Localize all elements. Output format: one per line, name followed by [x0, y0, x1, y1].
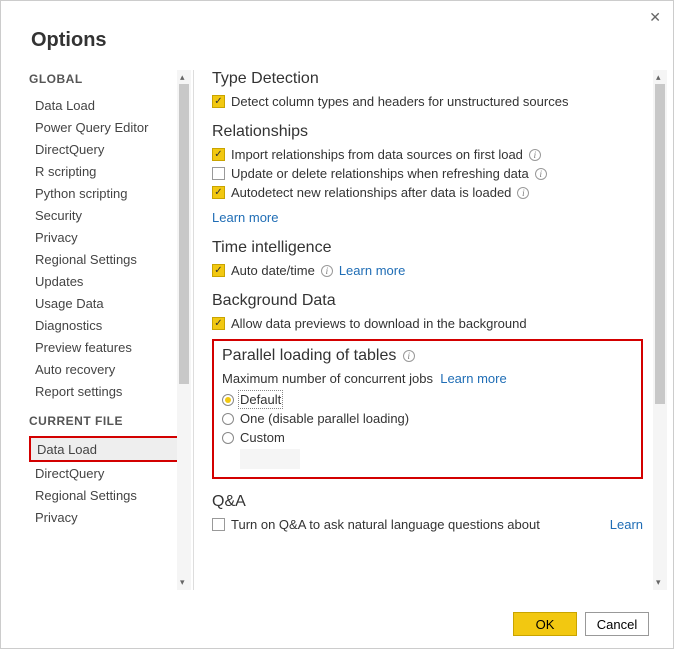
custom-jobs-input[interactable] [240, 449, 300, 469]
link-qa-learn[interactable]: Learn [610, 517, 643, 532]
label-parallel-default: Default [240, 392, 281, 407]
ok-button[interactable]: OK [513, 612, 577, 636]
heading-relationships: Relationships [212, 123, 643, 141]
sidebar-item-security[interactable]: Security [29, 204, 187, 226]
sidebar-item-global-data-load[interactable]: Data Load [29, 94, 187, 116]
sidebar-item-usage-data[interactable]: Usage Data [29, 292, 187, 314]
scroll-down-icon[interactable]: ▾ [180, 577, 185, 588]
checkbox-background[interactable] [212, 317, 225, 330]
sidebar-item-cf-data-load[interactable]: Data Load [29, 436, 187, 462]
main-panel: Type Detection Detect column types and h… [194, 70, 673, 590]
label-detect-types: Detect column types and headers for unst… [231, 94, 568, 109]
scroll-down-icon[interactable]: ▾ [656, 577, 661, 588]
checkbox-autodetect-rel[interactable] [212, 186, 225, 199]
link-parallel-learn-more[interactable]: Learn more [440, 371, 506, 386]
sidebar-item-auto-recovery[interactable]: Auto recovery [29, 358, 187, 380]
heading-type-detection: Type Detection [212, 70, 643, 88]
label-parallel-one: One (disable parallel loading) [240, 411, 409, 426]
checkbox-import-rel[interactable] [212, 148, 225, 161]
main-scroll-thumb[interactable] [655, 84, 665, 404]
radio-parallel-one[interactable] [222, 413, 234, 425]
heading-parallel-text: Parallel loading of tables [222, 347, 396, 364]
label-background: Allow data previews to download in the b… [231, 316, 527, 331]
dialog-footer: OK Cancel [513, 612, 649, 636]
dialog-title: Options [1, 1, 673, 70]
heading-time-intel: Time intelligence [212, 239, 643, 257]
heading-qa: Q&A [212, 493, 643, 511]
sidebar-item-updates[interactable]: Updates [29, 270, 187, 292]
sidebar: GLOBAL Data Load Power Query Editor Dire… [19, 70, 194, 590]
info-icon[interactable] [529, 149, 541, 161]
link-rel-learn-more[interactable]: Learn more [212, 210, 278, 225]
label-import-rel: Import relationships from data sources o… [231, 147, 523, 162]
info-icon[interactable] [321, 265, 333, 277]
label-qa: Turn on Q&A to ask natural language ques… [231, 517, 540, 532]
sidebar-item-regional-settings[interactable]: Regional Settings [29, 248, 187, 270]
label-max-jobs: Maximum number of concurrent jobs [222, 371, 433, 386]
sidebar-item-privacy[interactable]: Privacy [29, 226, 187, 248]
checkbox-detect-types[interactable] [212, 95, 225, 108]
sidebar-header-current-file: CURRENT FILE [29, 414, 187, 428]
heading-parallel: Parallel loading of tables [222, 347, 633, 365]
checkbox-auto-date[interactable] [212, 264, 225, 277]
sidebar-item-cf-privacy[interactable]: Privacy [29, 506, 187, 528]
sidebar-item-cf-regional-settings[interactable]: Regional Settings [29, 484, 187, 506]
parallel-loading-section: Parallel loading of tables Maximum numbe… [212, 339, 643, 479]
info-icon[interactable] [535, 168, 547, 180]
scroll-up-icon[interactable]: ▴ [180, 72, 185, 83]
close-icon[interactable]: ✕ [649, 9, 661, 26]
link-time-learn-more[interactable]: Learn more [339, 263, 405, 278]
sidebar-item-cf-directquery[interactable]: DirectQuery [29, 462, 187, 484]
label-autodetect-rel: Autodetect new relationships after data … [231, 185, 511, 200]
scroll-up-icon[interactable]: ▴ [656, 72, 661, 83]
sidebar-item-report-settings[interactable]: Report settings [29, 380, 187, 402]
label-parallel-custom: Custom [240, 430, 285, 445]
info-icon[interactable] [517, 187, 529, 199]
sidebar-item-python-scripting[interactable]: Python scripting [29, 182, 187, 204]
label-update-rel: Update or delete relationships when refr… [231, 166, 529, 181]
sidebar-item-power-query-editor[interactable]: Power Query Editor [29, 116, 187, 138]
radio-parallel-custom[interactable] [222, 432, 234, 444]
heading-background: Background Data [212, 292, 643, 310]
checkbox-qa[interactable] [212, 518, 225, 531]
sidebar-item-preview-features[interactable]: Preview features [29, 336, 187, 358]
radio-parallel-default[interactable] [222, 394, 234, 406]
info-icon[interactable] [403, 350, 415, 362]
sidebar-header-global: GLOBAL [29, 72, 187, 86]
label-auto-date: Auto date/time [231, 263, 315, 278]
sidebar-item-r-scripting[interactable]: R scripting [29, 160, 187, 182]
sidebar-item-diagnostics[interactable]: Diagnostics [29, 314, 187, 336]
checkbox-update-rel[interactable] [212, 167, 225, 180]
cancel-button[interactable]: Cancel [585, 612, 649, 636]
sidebar-scroll-thumb[interactable] [179, 84, 189, 384]
sidebar-scrollbar[interactable]: ▴ ▾ [177, 70, 191, 590]
sidebar-item-directquery[interactable]: DirectQuery [29, 138, 187, 160]
main-scrollbar[interactable]: ▴ ▾ [653, 70, 667, 590]
